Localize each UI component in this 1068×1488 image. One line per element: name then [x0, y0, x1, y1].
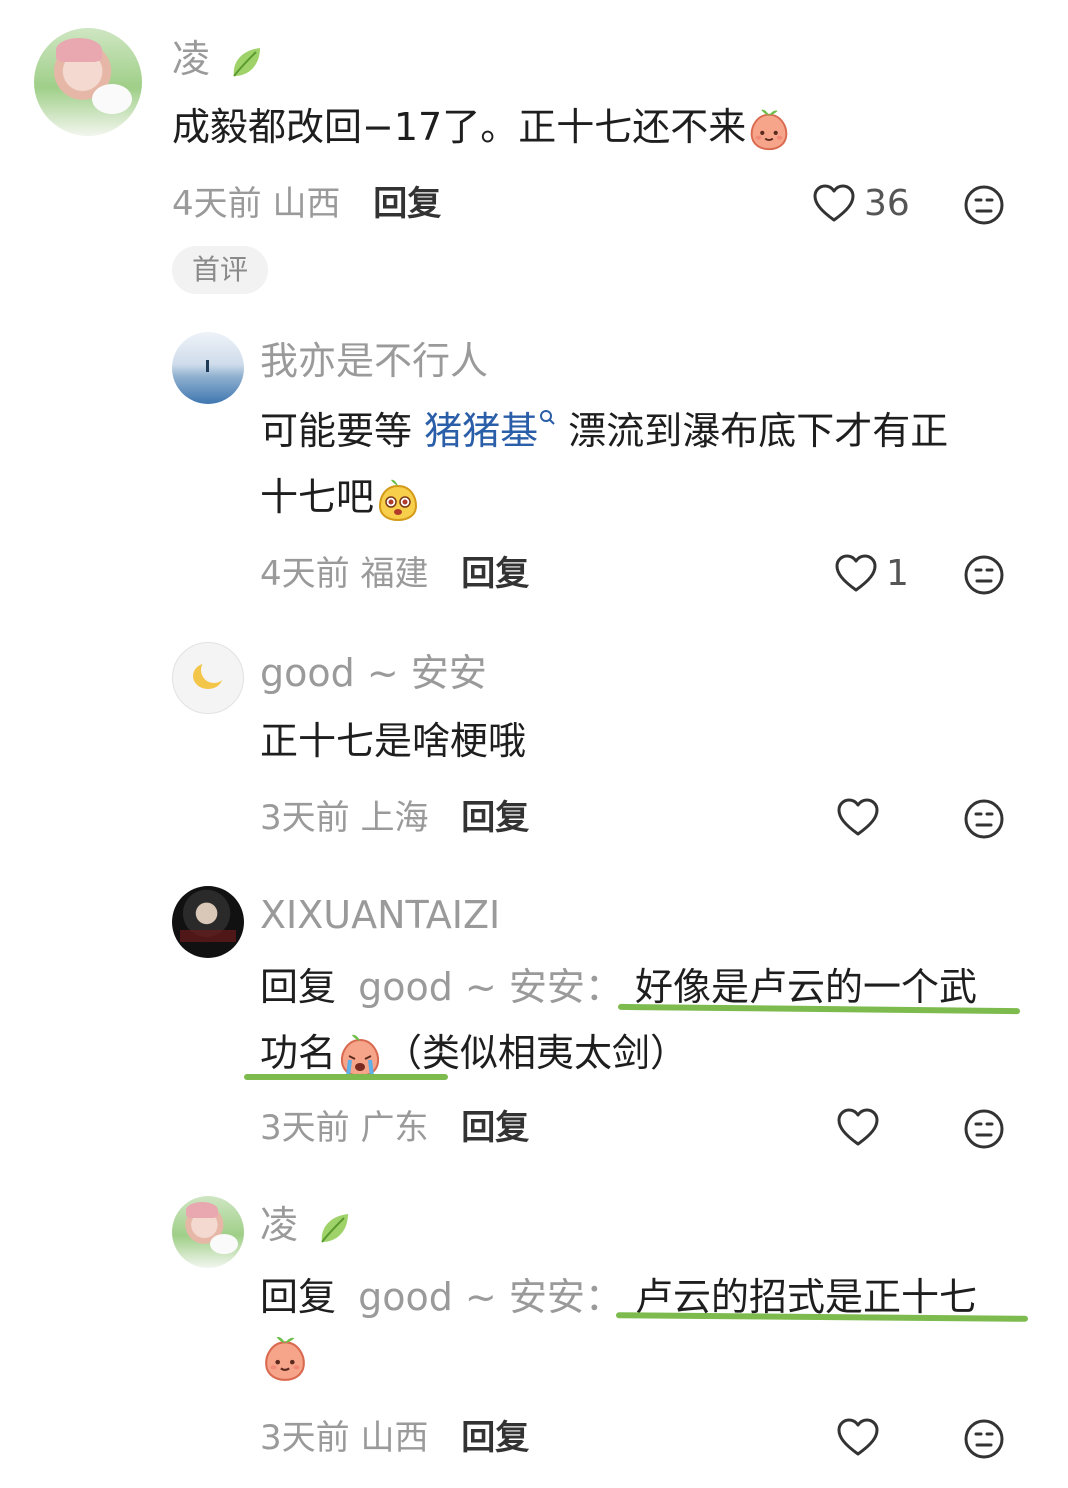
- reply-prefix: 回复: [260, 1275, 337, 1319]
- like-button[interactable]: [836, 796, 880, 840]
- peach-face-emoji: [746, 107, 792, 153]
- reply-button[interactable]: 回复: [461, 798, 529, 838]
- timestamp: 3天前: [260, 1108, 350, 1148]
- mention-link[interactable]: 猪猪基: [424, 409, 538, 453]
- location: 广东: [360, 1108, 429, 1148]
- like-count: 36: [864, 183, 910, 224]
- avatar[interactable]: [172, 1196, 244, 1268]
- username[interactable]: XIXUANTAIZI: [260, 892, 500, 938]
- comment-meta: 4天前 福建 回复: [260, 552, 529, 596]
- highlight-underline: [244, 1074, 448, 1080]
- location: 福建: [360, 554, 429, 594]
- like-button[interactable]: [836, 1416, 880, 1460]
- heart-outline-icon: [812, 182, 856, 226]
- comment-text: 成毅都改回−17了。正十七还不来: [172, 94, 792, 160]
- search-icon[interactable]: [538, 408, 556, 426]
- timestamp: 3天前: [260, 798, 350, 838]
- like-button[interactable]: 1: [834, 552, 909, 596]
- comment-text: 正十七是啥梗哦: [260, 719, 527, 763]
- comment-meta: 4天前 山西 回复: [172, 182, 441, 226]
- comment-meta: 3天前 山西 回复: [260, 1416, 529, 1460]
- avatar[interactable]: [172, 642, 244, 714]
- crying-face-emoji: [336, 1032, 384, 1080]
- leaf-icon: [314, 1208, 354, 1248]
- like-button[interactable]: 36: [812, 182, 910, 226]
- username[interactable]: 凌: [260, 1202, 354, 1248]
- peach-face-emoji: [260, 1334, 310, 1384]
- location: 上海: [360, 798, 429, 838]
- reply-to-user[interactable]: good ~ 安安：: [358, 1275, 623, 1319]
- like-button[interactable]: [836, 1106, 880, 1150]
- location: 山西: [272, 184, 341, 224]
- username[interactable]: 我亦是不行人: [260, 338, 488, 384]
- comment-meta: 3天前 广东 回复: [260, 1106, 529, 1150]
- reply-to-user[interactable]: good ~ 安安：: [358, 965, 623, 1009]
- reply-button[interactable]: 回复: [461, 1418, 529, 1458]
- comment-text-line2: 十七吧: [260, 464, 422, 530]
- avatar[interactable]: [172, 886, 244, 958]
- reply-button[interactable]: 回复: [461, 1108, 529, 1148]
- yellow-face-emoji: [374, 476, 422, 524]
- reply-button[interactable]: 回复: [373, 184, 441, 224]
- reply-button[interactable]: 回复: [461, 554, 529, 594]
- like-count: 1: [886, 553, 909, 594]
- location: 山西: [360, 1418, 429, 1458]
- username[interactable]: 凌: [172, 36, 266, 82]
- timestamp: 4天前: [172, 184, 262, 224]
- avatar[interactable]: [172, 332, 244, 404]
- comment-text: 可能要等 猪猪基 漂流到瀑布底下才有正: [260, 408, 949, 453]
- heart-outline-icon: [834, 552, 878, 596]
- neutral-face-icon[interactable]: [962, 183, 1006, 227]
- leaf-icon: [226, 42, 266, 82]
- timestamp: 3天前: [260, 1418, 350, 1458]
- comment-meta: 3天前 上海 回复: [260, 796, 529, 840]
- avatar[interactable]: [34, 28, 142, 136]
- neutral-face-icon[interactable]: [962, 553, 1006, 597]
- first-comment-badge: 首评: [172, 246, 269, 294]
- timestamp: 4天前: [260, 554, 350, 594]
- neutral-face-icon[interactable]: [962, 1417, 1006, 1461]
- username[interactable]: good ~ 安安: [260, 650, 487, 696]
- neutral-face-icon[interactable]: [962, 1107, 1006, 1151]
- neutral-face-icon[interactable]: [962, 797, 1006, 841]
- reply-prefix: 回复: [260, 965, 337, 1009]
